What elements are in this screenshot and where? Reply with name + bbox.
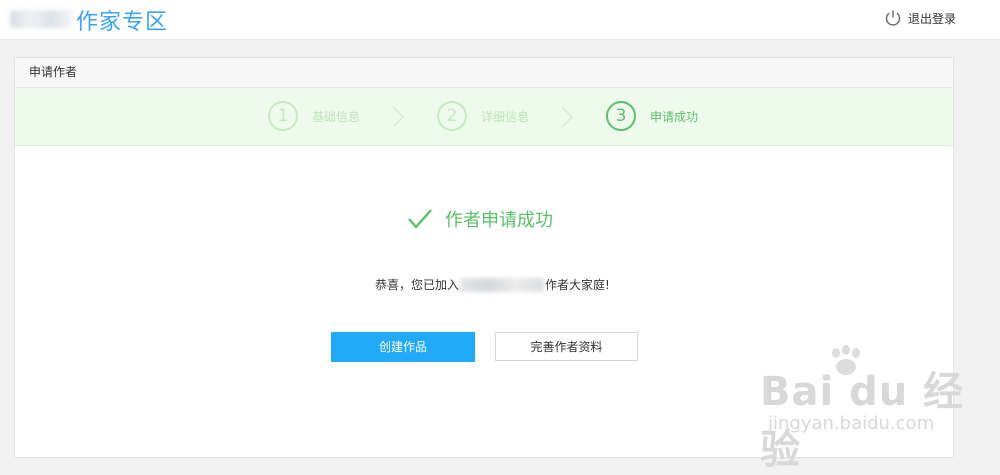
step-basic-info: 1 基础信息 — [268, 101, 360, 131]
step-number: 3 — [606, 101, 636, 131]
top-bar: 作家专区 退出登录 — [0, 0, 1000, 40]
card-title: 申请作者 — [15, 58, 953, 88]
create-work-button[interactable]: 创建作品 — [331, 332, 475, 362]
watermark-url: jingyan.baidu.com — [768, 413, 935, 434]
step-number: 1 — [268, 101, 298, 131]
power-icon — [885, 10, 901, 26]
step-label: 详细信息 — [481, 109, 530, 124]
congrats-message: 恭喜，您已加入 作者大家庭! — [375, 276, 610, 293]
logout-button[interactable]: 退出登录 — [884, 8, 956, 28]
step-indicator: 1 基础信息 2 详细信息 3 申请成功 — [15, 88, 953, 146]
blurred-site-name — [460, 277, 545, 292]
chevron-right-icon — [392, 106, 404, 128]
logo-blurred — [10, 10, 72, 28]
step-label: 基础信息 — [312, 109, 361, 124]
congrats-suffix: 作者大家庭! — [545, 278, 610, 292]
logout-label: 退出登录 — [907, 11, 956, 26]
step-detail-info: 2 详细信息 — [437, 101, 529, 131]
success-title: 作者申请成功 — [445, 210, 553, 231]
chevron-right-icon — [561, 106, 573, 128]
step-number: 2 — [437, 101, 467, 131]
success-heading: 作者申请成功 — [407, 206, 553, 232]
baidu-jingyan-watermark: Bai du 经验 jingyan.baidu.com — [760, 345, 980, 473]
site-title[interactable]: 作家专区 — [76, 4, 168, 36]
step-apply-success: 3 申请成功 — [606, 101, 698, 131]
complete-profile-button[interactable]: 完善作者资料 — [495, 332, 638, 361]
check-icon — [408, 209, 432, 229]
congrats-prefix: 恭喜，您已加入 — [375, 278, 460, 292]
step-label: 申请成功 — [650, 109, 699, 124]
